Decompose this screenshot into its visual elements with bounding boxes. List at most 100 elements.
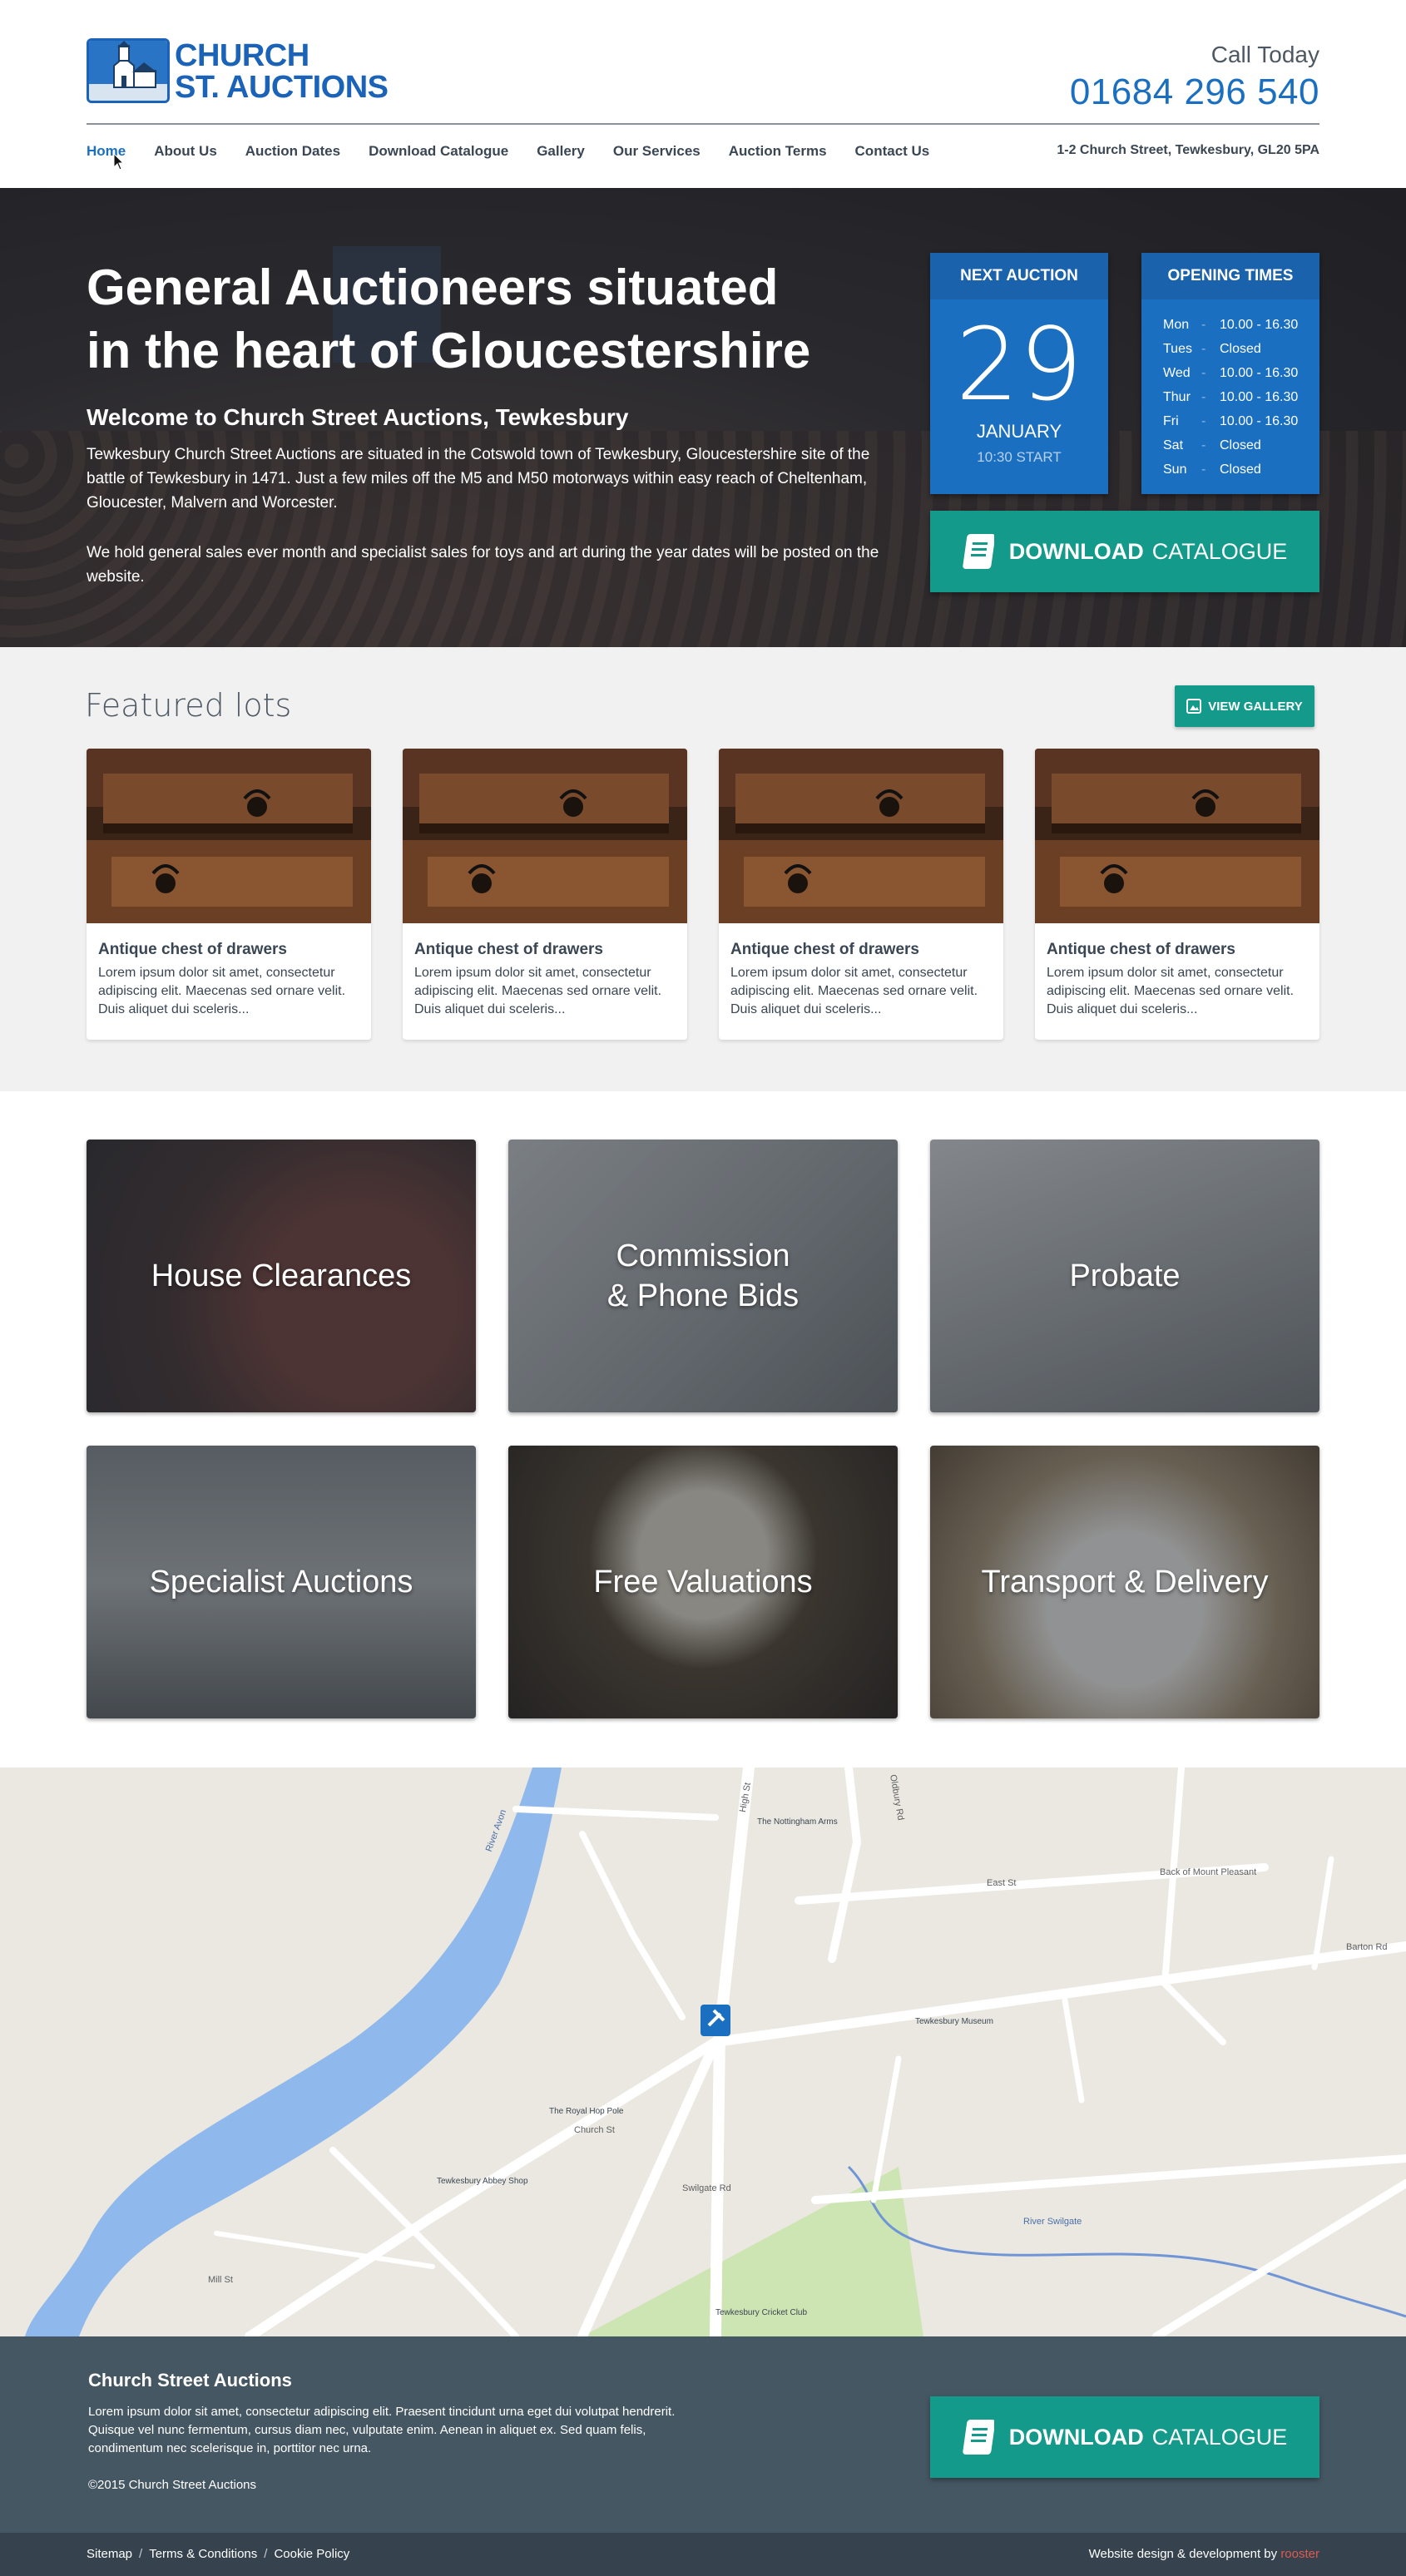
link-separator: / [139,2547,143,2561]
footer-link-cookie-policy[interactable]: Cookie Policy [274,2547,349,2561]
opening-row: Fri -10.00 - 16.30 [1163,409,1298,433]
nav-auction-dates[interactable]: Auction Dates [245,143,340,160]
hero-title-line1: General Auctioneers situated [87,260,779,315]
opening-row: Thur -10.00 - 16.30 [1163,385,1298,409]
lot-card[interactable]: Antique chest of drawers Lorem ipsum dolo… [87,749,371,1040]
map-label-mill-st: Mill St [208,2275,233,2285]
service-label-line1: Commission [616,1239,790,1273]
download-catalogue-button[interactable]: DOWNLOAD CATALOGUE [930,511,1319,592]
service-label: Transport & Delivery [930,1562,1319,1602]
next-auction-start: 10:30 START [977,449,1062,465]
opening-separator: - [1201,365,1206,380]
credit-brand-link[interactable]: rooster [1280,2547,1319,2561]
service-label: Free Valuations [508,1562,898,1602]
logo-line1: CHURCH [175,38,309,73]
service-tile-free-valuations[interactable]: Free Valuations [508,1446,898,1718]
nav-download-catalogue[interactable]: Download Catalogue [369,143,508,160]
service-label: Probate [930,1256,1319,1296]
hero-section: General Auctioneers situated in the hear… [0,188,1406,647]
opening-day: Fri [1163,413,1179,428]
site-logo[interactable]: CHURCH ST. AUCTIONS [87,38,403,105]
bottom-bar: Sitemap / Terms & Conditions / Cookie Policy… [0,2533,1406,2576]
service-label-line1: Probate [1069,1258,1181,1293]
view-gallery-label: VIEW GALLERY [1208,699,1303,714]
opening-separator: - [1201,462,1206,477]
church-icon [87,38,170,103]
footer-download-rest: CATALOGUE [1151,2424,1288,2450]
nav-about-us[interactable]: About Us [154,143,217,160]
opening-times-heading: OPENING TIMES [1141,253,1319,299]
map-label-barton-rd: Barton Rd [1346,1942,1388,1952]
opening-day: Tues [1163,341,1192,356]
opening-separator: - [1201,438,1206,452]
phone-number[interactable]: 01684 296 540 [1070,72,1319,113]
service-tile-probate[interactable]: Probate [930,1140,1319,1412]
opening-times-table: Mon -10.00 - 16.30 Tues - Closed Wed -10.00 - … [1163,313,1298,482]
opening-time: 10.00 - 16.30 [1220,389,1299,404]
opening-day: Thur [1163,389,1191,404]
service-tile-house-clearances[interactable]: House Clearances [87,1140,476,1412]
service-tile-transport-delivery[interactable]: Transport & Delivery [930,1446,1319,1718]
chest-of-drawers-image [1035,749,1319,923]
link-separator: / [264,2547,268,2561]
chest-of-drawers-image [719,749,1003,923]
opening-row: Wed -10.00 - 16.30 [1163,361,1298,385]
lot-title: Antique chest of drawers [1047,941,1235,958]
hero-subtitle: Welcome to Church Street Auctions, Tewke… [87,404,629,430]
footer-download-bold: DOWNLOAD [1008,2424,1144,2450]
lot-description: Lorem ipsum dolor sit amet, consectetur … [98,966,346,1016]
nav-gallery[interactable]: Gallery [537,143,585,160]
lot-description: Lorem ipsum dolor sit amet, consectetur … [414,966,662,1016]
map-label-abbey-shop: Tewkesbury Abbey Shop [437,2177,528,2186]
footer-link-sitemap[interactable]: Sitemap [87,2547,132,2561]
design-credit: Website design & development by rooster [1089,2547,1319,2561]
service-tile-commission-phone-bids[interactable]: Commission & Phone Bids [508,1140,898,1412]
footer-download-catalogue-button[interactable]: DOWNLOAD CATALOGUE [930,2396,1319,2478]
lot-card[interactable]: Antique chest of drawers Lorem ipsum dolo… [1035,749,1319,1040]
map-label-back-of-mount-pleasant: Back of Mount Pleasant [1160,1867,1257,1877]
map-canvas [0,1768,1406,2336]
opening-time: Closed [1220,341,1261,356]
nav-contact-us[interactable]: Contact Us [855,143,930,160]
hero-paragraph-1: Tewkesbury Church Street Auctions are si… [87,446,870,512]
opening-day: Mon [1163,317,1190,332]
service-label-line2: & Phone Bids [606,1278,800,1313]
nav-our-services[interactable]: Our Services [613,143,701,160]
opening-separator: - [1201,317,1206,332]
service-label: Commission & Phone Bids [508,1236,898,1316]
download-rest: CATALOGUE [1151,538,1288,564]
service-label-line1: Transport & Delivery [981,1565,1269,1599]
nav-auction-terms[interactable]: Auction Terms [729,143,827,160]
view-gallery-button[interactable]: VIEW GALLERY [1175,685,1314,727]
service-label-line1: Specialist Auctions [149,1565,413,1599]
document-icon [963,2420,994,2455]
opening-day: Sun [1163,462,1187,477]
map-label-cricket-club: Tewkesbury Cricket Club [715,2308,808,2317]
next-auction-month: JANUARY [976,421,1062,442]
call-label: Call Today [1210,42,1319,67]
opening-day: Wed [1163,365,1191,380]
location-map[interactable]: River Avon Barton Rd East St Back of Mou… [0,1768,1406,2336]
header-divider [87,123,1319,125]
next-auction-heading: NEXT AUCTION [930,253,1108,299]
opening-separator: - [1201,389,1206,404]
service-tile-specialist-auctions[interactable]: Specialist Auctions [87,1446,476,1718]
main-nav: Home About Us Auction Dates Download Cat… [87,143,958,160]
map-label-museum: Tewkesbury Museum [915,2017,993,2026]
chest-of-drawers-image [403,749,687,923]
hero-title: General Auctioneers situated in the hear… [87,256,885,383]
hero-title-line2: in the heart of Gloucestershire [87,323,811,378]
map-label-church-st: Church St [574,2125,615,2135]
featured-lots-section: Featured lots VIEW GALLERY Antique chest… [0,647,1406,1091]
opening-time: 10.00 - 16.30 [1220,413,1299,428]
lot-card[interactable]: Antique chest of drawers Lorem ipsum dolo… [719,749,1003,1040]
opening-separator: - [1201,413,1206,428]
download-bold: DOWNLOAD [1008,538,1144,564]
opening-row: Tues - Closed [1163,337,1298,361]
footer-link-terms[interactable]: Terms & Conditions [149,2547,257,2561]
opening-day: Sat [1163,438,1184,452]
service-label: House Clearances [87,1256,476,1296]
map-label-nottingham-arms: The Nottingham Arms [757,1817,838,1827]
lot-card[interactable]: Antique chest of drawers Lorem ipsum dolo… [403,749,687,1040]
hero-paragraph-2: We hold general sales ever month and spe… [87,544,879,586]
